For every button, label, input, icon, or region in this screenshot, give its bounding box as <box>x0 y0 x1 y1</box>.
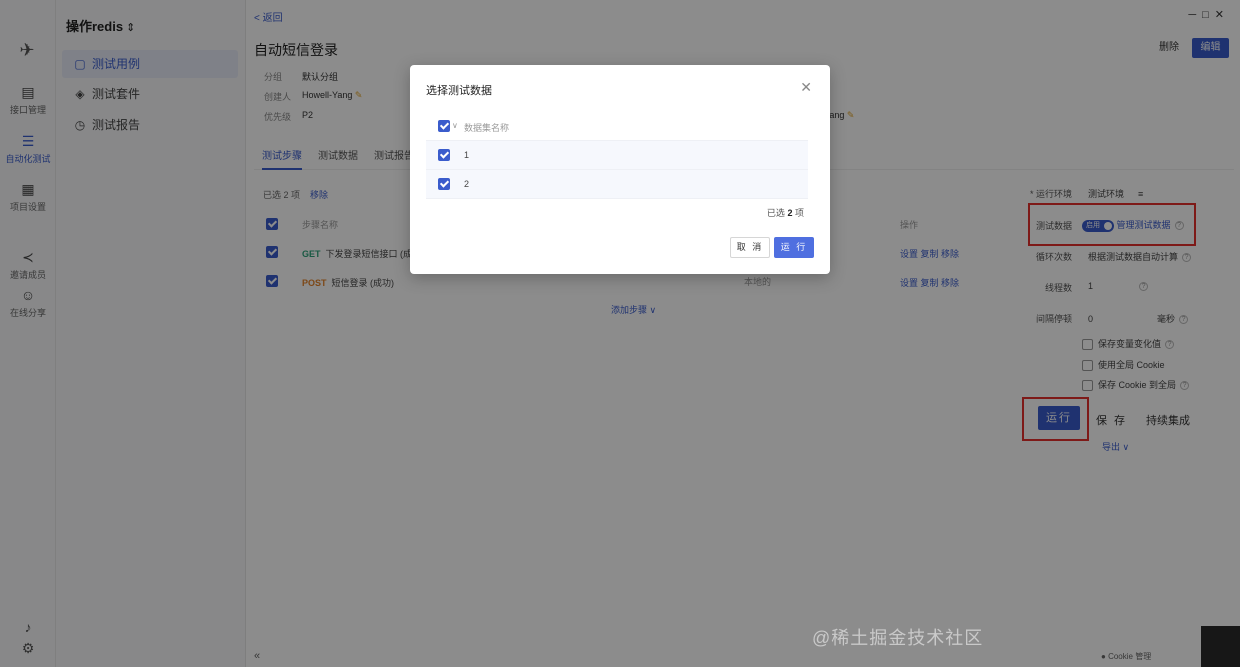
chevron-down-icon[interactable]: ∨ <box>452 121 458 130</box>
watermark: @稀土掘金技术社区 <box>812 628 984 648</box>
dialog-table-header: ∨ 数据集名称 <box>426 112 808 141</box>
dialog-title: 选择测试数据 <box>426 85 492 97</box>
dataset-name: 1 <box>464 150 470 160</box>
dialog-run-button[interactable]: 运 行 <box>774 237 814 258</box>
dialog-selected-count: 已选 2 项 <box>767 206 804 219</box>
column-header-dataset: 数据集名称 <box>464 123 510 133</box>
select-test-data-dialog: 选择测试数据 ✕ ∨ 数据集名称 1 2 已选 2 项 取 消 运 行 <box>410 65 830 274</box>
select-all-checkbox[interactable] <box>438 120 450 132</box>
table-row[interactable]: 1 <box>426 141 808 170</box>
row-checkbox[interactable] <box>438 149 450 161</box>
selected-suffix: 项 <box>794 208 804 218</box>
selected-number: 2 <box>787 208 793 218</box>
dataset-name: 2 <box>464 179 470 189</box>
row-checkbox[interactable] <box>438 178 450 190</box>
table-row[interactable]: 2 <box>426 170 808 199</box>
selected-prefix: 已选 <box>766 208 785 218</box>
cancel-button[interactable]: 取 消 <box>730 237 770 258</box>
close-icon[interactable]: ✕ <box>800 79 812 96</box>
